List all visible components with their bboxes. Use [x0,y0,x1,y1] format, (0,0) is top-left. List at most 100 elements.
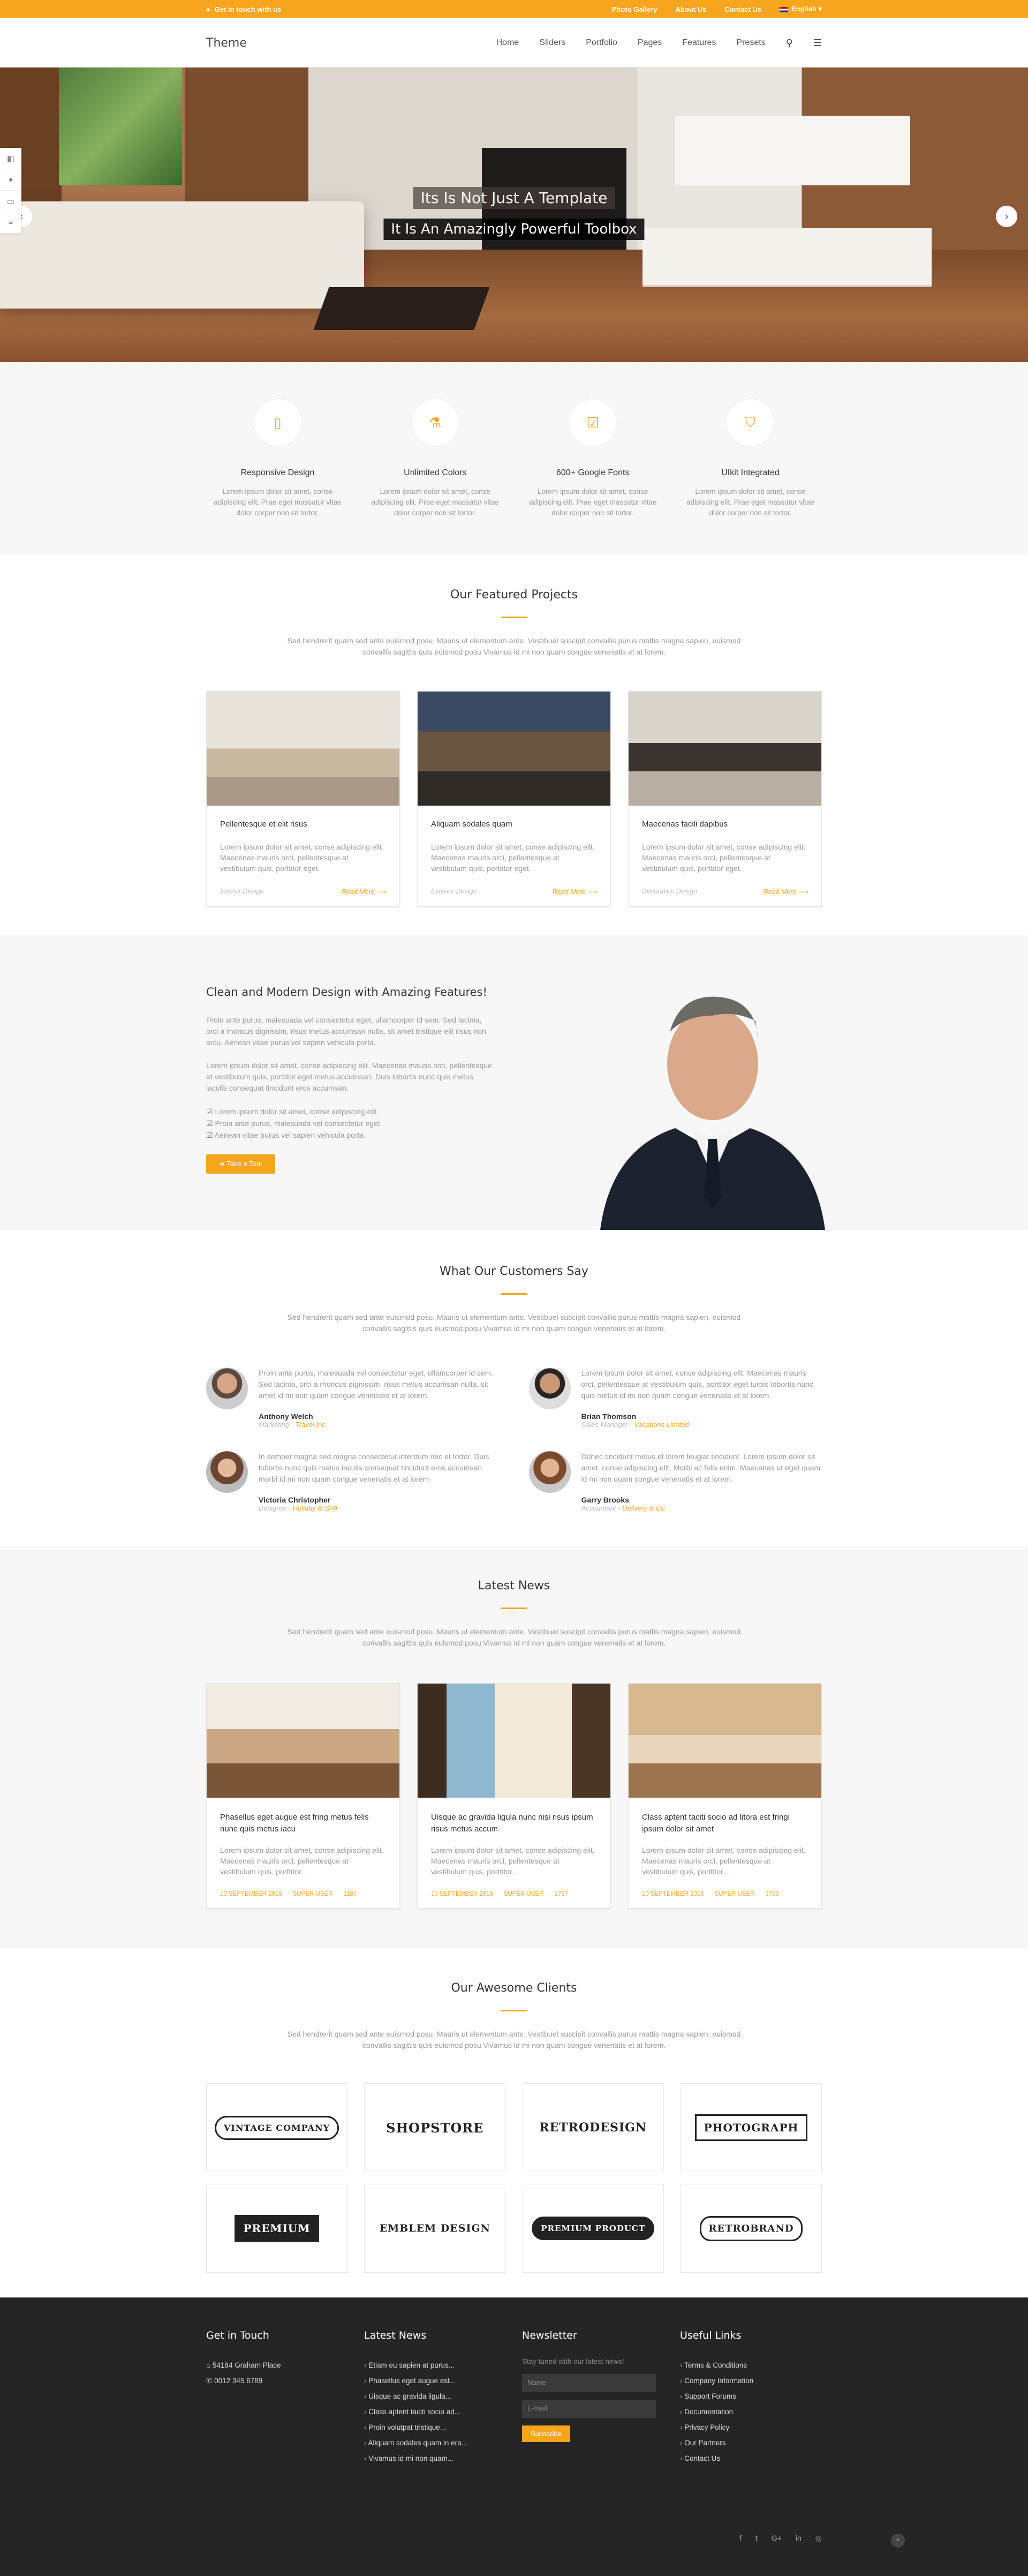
title-divider [501,1608,527,1609]
project-card[interactable]: Pellentesque et elit risus Lorem ipsum d… [206,691,400,907]
section-title: Latest News [478,1579,550,1593]
read-more-link[interactable]: Read More ⟶ [553,888,597,896]
news-card[interactable]: Uisque ac gravida ligula nunc nisi risus… [417,1683,611,1909]
feature-item: ⚗ Unlimited Colors Lorem ipsum dolor sit… [364,399,507,519]
client-logo[interactable]: RETRODESIGN [522,2083,664,2172]
avatar [528,1451,571,1493]
client-logo[interactable]: RETROBRAND [680,2184,822,2273]
footer-link[interactable]: Terms & Conditions [680,2357,822,2373]
top-bar: ● Get in touch with us Photo Gallery Abo… [0,0,1028,18]
testimonial-name: Brian Thomson [581,1412,637,1421]
project-category: Decoration Design [642,888,697,895]
site-header: Theme Home Sliders Portfolio Pages Featu… [0,18,1028,67]
search-icon[interactable]: ⚲ [786,37,793,49]
feature-title: UIkit Integrated [721,468,780,477]
cart-icon[interactable]: ◧ [0,148,21,169]
image-icon[interactable]: ▭ [0,191,21,212]
section-title: Our Awesome Clients [451,1981,577,1995]
project-image[interactable] [207,692,399,806]
news-title[interactable]: Phasellus eget augue est fring metus fel… [220,1812,386,1835]
location-icon: ● [206,5,210,13]
project-category: Interior Design [220,888,264,895]
project-card[interactable]: Maecenas facili dapibus Lorem ipsum dolo… [628,691,822,907]
footer-link[interactable]: Privacy Policy [680,2420,822,2435]
twitter-icon[interactable]: t [755,2534,758,2543]
email-input[interactable]: E-mail [522,2400,656,2418]
subscribe-button[interactable]: Subscribe [522,2425,570,2442]
footer-news-link[interactable]: Aliquam sodales quam in era... [364,2435,506,2451]
footer-links: Useful Links Terms & Conditions Company … [680,2330,822,2466]
name-input[interactable]: Name [522,2374,656,2392]
linkedin-icon[interactable]: in [796,2534,802,2543]
user-icon[interactable]: ● [0,169,21,191]
footer-news-link[interactable]: Phasellus eget augue est... [364,2373,506,2389]
site-footer: Get in Touch ⌂ 54184 Graham Place ✆ 0012… [0,2297,1028,2576]
testimonial: Donec tincidunt metus et lorem feugiat t… [528,1451,822,1512]
dribbble-icon[interactable]: ◎ [815,2534,822,2543]
news-title[interactable]: Uisque ac gravida ligula nunc nisi risus… [431,1812,597,1835]
footer-link[interactable]: Support Forums [680,2389,822,2404]
project-category: Exterior Design [431,888,477,895]
read-more-link[interactable]: Read More ⟶ [764,888,808,896]
testimonial-role: Marketing - Travel Inc. [259,1421,328,1429]
testimonial-text: In semper magna sed magna consectetur in… [259,1452,489,1483]
logo[interactable]: Theme [206,36,247,50]
news-image[interactable] [418,1684,610,1798]
footer-news-link[interactable]: Uisque ac gravida ligula... [364,2389,506,2404]
back-to-top-button[interactable]: ^ [891,2534,905,2548]
project-title[interactable]: Maecenas facili dapibus [642,820,808,829]
slider-next-button[interactable]: › [996,206,1017,227]
top-link-about-us[interactable]: About Us [676,5,707,13]
news-title[interactable]: Class aptent taciti socio ad litora est … [642,1812,808,1835]
footer-link[interactable]: Our Partners [680,2435,822,2451]
language-selector[interactable]: English ▾ [779,5,822,13]
news-card[interactable]: Phasellus eget augue est fring metus fel… [206,1683,400,1909]
facebook-icon[interactable]: f [739,2534,742,2543]
read-more-link[interactable]: Read More ⟶ [342,888,386,896]
hero-slider: Its Is Not Just A Template It Is An Amaz… [0,67,1028,362]
nav-home[interactable]: Home [496,38,519,48]
footer-news-link[interactable]: Etiam eu sapien at purus... [364,2357,506,2373]
project-title[interactable]: Aliquam sodales quam [431,820,597,829]
footer-link[interactable]: Contact Us [680,2451,822,2466]
top-link-photo-gallery[interactable]: Photo Gallery [612,5,657,13]
client-logo[interactable]: EMBLEM DESIGN [364,2184,506,2273]
nav-sliders[interactable]: Sliders [539,38,565,48]
client-logo[interactable]: VINTAGE COMPANY [206,2083,347,2172]
hero-table [313,287,490,330]
footer-news-link[interactable]: Class aptent taciti socio ad... [364,2404,506,2420]
footer-contact: Get in Touch ⌂ 54184 Graham Place ✆ 0012… [206,2330,348,2466]
client-logo[interactable]: SHOPSTORE [364,2083,506,2172]
list-icon[interactable]: ≡ [0,212,21,234]
main-nav: Home Sliders Portfolio Pages Features Pr… [496,37,822,49]
news-image[interactable] [207,1684,399,1798]
project-image[interactable] [629,692,821,806]
client-logo[interactable]: PREMIUM PRODUCT [522,2184,664,2273]
take-a-tour-button[interactable]: ➔ Take a Tour [206,1154,276,1174]
section-title: Our Featured Projects [450,588,578,602]
nav-presets[interactable]: Presets [736,38,765,48]
footer-news-link[interactable]: Proin volutpat tristique... [364,2420,506,2435]
nav-portfolio[interactable]: Portfolio [586,38,617,48]
testimonial-text: Donec tincidunt metus et lorem feugiat t… [581,1452,821,1483]
nav-pages[interactable]: Pages [638,38,662,48]
title-divider [501,617,527,618]
menu-icon[interactable]: ☰ [813,37,822,49]
news-meta: 10 SEPTEMBER 2016 SUPER USER 1737 [431,1891,569,1897]
news-card[interactable]: Class aptent taciti socio ad litora est … [628,1683,822,1909]
project-card[interactable]: Aliquam sodales quam Lorem ipsum dolor s… [417,691,611,907]
client-logo[interactable]: PREMIUM [206,2184,347,2273]
footer-link[interactable]: Documentation [680,2404,822,2420]
project-title[interactable]: Pellentesque et elit risus [220,820,386,829]
google-plus-icon[interactable]: G+ [772,2534,782,2543]
news-image[interactable] [629,1684,821,1798]
footer-news-link[interactable]: Vivamus id mi non quam... [364,2451,506,2466]
contact-info: ● Get in touch with us [206,5,281,13]
footer-link[interactable]: Company Information [680,2373,822,2389]
section-subtitle: Sed hendrerit quam sed ante euismod posu… [287,2030,741,2049]
client-logo[interactable]: PHOTOGRAPH [680,2083,822,2172]
top-link-contact-us[interactable]: Contact Us [724,5,761,13]
nav-features[interactable]: Features [682,38,716,48]
project-image[interactable] [418,692,610,806]
about-paragraph: Proin ante purus, malesuada vel consecte… [206,1016,486,1047]
